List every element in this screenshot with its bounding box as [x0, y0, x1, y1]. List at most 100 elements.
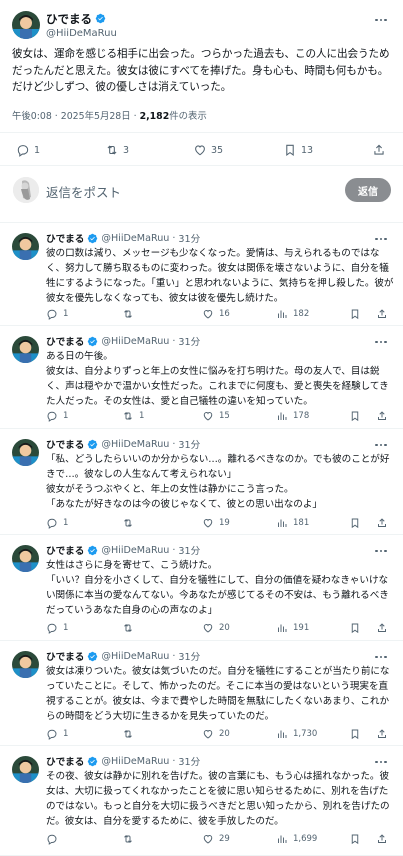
reply-author-handle[interactable]: @HiiDeMaRuu — [101, 545, 169, 556]
reply-item[interactable]: ひでまる @HiiDeMaRuu · 31分 ある日の午後。 彼女は、自分よりずっと年上… — [0, 326, 403, 429]
reply-author-handle[interactable]: @HiiDeMaRuu — [101, 233, 169, 244]
more-icon[interactable] — [373, 757, 389, 767]
reply-author-name[interactable]: ひでまる — [46, 543, 84, 557]
like-button[interactable]: 19 — [202, 517, 230, 529]
repost-button[interactable]: 3 — [105, 143, 129, 157]
post-timestamp[interactable]: 午後0:08 · 2025年5月28日 · — [12, 111, 140, 122]
views-button[interactable]: 1,699 — [276, 833, 317, 845]
bookmark-button[interactable] — [349, 622, 361, 634]
like-count: 35 — [211, 144, 224, 156]
reply-button[interactable] — [46, 833, 63, 845]
reply-input[interactable]: 返信をポスト — [46, 182, 121, 201]
author-handle[interactable]: @HiiDeMaRuu — [46, 28, 117, 39]
reply-timestamp[interactable]: 31分 — [178, 334, 200, 348]
like-button[interactable]: 20 — [202, 622, 230, 634]
reply-button[interactable]: 1 — [46, 517, 68, 529]
repost-button[interactable] — [122, 833, 139, 845]
reply-item[interactable]: ひでまる @HiiDeMaRuu · 31分 その夜、彼女は静かに別れを告げた。彼の言葉… — [0, 746, 403, 856]
like-icon — [203, 412, 213, 421]
reply-button[interactable]: 1 — [46, 728, 68, 740]
reply-action-bar: 1 20 1,730 — [46, 728, 394, 742]
more-icon[interactable] — [373, 15, 389, 25]
bookmark-button[interactable]: 13 — [283, 143, 313, 157]
like-button[interactable]: 15 — [202, 410, 230, 422]
repost-button[interactable] — [122, 308, 139, 320]
reply-author-name[interactable]: ひでまる — [46, 231, 84, 245]
reply-author-handle[interactable]: @HiiDeMaRuu — [101, 336, 169, 347]
reply-author-name[interactable]: ひでまる — [46, 334, 84, 348]
share-button[interactable] — [376, 410, 388, 422]
like-button[interactable]: 29 — [202, 833, 230, 845]
reply-item[interactable]: ひでまる @HiiDeMaRuu · 31分 女性はさらに身を寄せて、こう続けた。 「い… — [0, 535, 403, 641]
bookmark-button[interactable] — [349, 308, 361, 320]
reply-author-handle[interactable]: @HiiDeMaRuu — [101, 756, 169, 767]
views-button[interactable]: 191 — [276, 622, 309, 634]
reply-text: 彼の口数は減り、メッセージも少なくなった。愛情は、与えられるものではなく、努力し… — [46, 248, 394, 304]
reply-timestamp[interactable]: 31分 — [178, 231, 200, 245]
views-button[interactable]: 182 — [276, 308, 309, 320]
reply-author-avatar[interactable] — [12, 439, 39, 466]
more-icon[interactable] — [373, 546, 389, 556]
reply-timestamp[interactable]: 31分 — [178, 754, 200, 768]
repost-button[interactable] — [122, 728, 139, 740]
like-button[interactable]: 35 — [193, 143, 223, 157]
reply-author-avatar[interactable] — [12, 651, 39, 678]
reply-author-avatar[interactable] — [12, 233, 39, 260]
views-button[interactable]: 181 — [276, 517, 309, 529]
author-avatar[interactable] — [12, 11, 40, 39]
share-button[interactable] — [376, 728, 388, 740]
share-icon — [378, 729, 386, 738]
reply-author-avatar[interactable] — [12, 545, 39, 572]
reply-author-avatar[interactable] — [12, 756, 39, 783]
bookmark-button[interactable] — [349, 410, 361, 422]
share-button[interactable] — [376, 308, 388, 320]
reply-timestamp[interactable]: 31分 — [178, 649, 200, 663]
like-icon — [203, 730, 213, 739]
reply-timestamp[interactable]: 31分 — [178, 437, 200, 451]
repost-button[interactable] — [122, 622, 139, 634]
reply-author-handle[interactable]: @HiiDeMaRuu — [101, 439, 169, 450]
reply-icon — [47, 834, 57, 845]
reply-author-avatar[interactable] — [12, 336, 39, 363]
repost-button[interactable] — [122, 517, 139, 529]
user-avatar[interactable] — [13, 177, 39, 203]
share-button[interactable] — [372, 143, 386, 157]
bookmark-button[interactable] — [349, 517, 361, 529]
share-button[interactable] — [376, 517, 388, 529]
repost-icon — [124, 624, 132, 632]
reply-button[interactable]: 1 — [46, 410, 68, 422]
like-count: 19 — [219, 518, 230, 528]
bookmark-button[interactable] — [349, 833, 361, 845]
share-button[interactable] — [376, 622, 388, 634]
views-count: 181 — [293, 518, 310, 528]
more-icon[interactable] — [373, 337, 389, 347]
more-icon[interactable] — [373, 652, 389, 662]
like-button[interactable]: 20 — [202, 728, 230, 740]
reply-text: 彼女は凍りついた。彼女は気づいたのだ。自分を犠牲にすることが当たり前になっていた… — [46, 666, 390, 722]
reply-author-name[interactable]: ひでまる — [46, 649, 84, 663]
more-icon[interactable] — [373, 440, 389, 450]
author-name[interactable]: ひでまる — [46, 11, 92, 27]
reply-author-name[interactable]: ひでまる — [46, 754, 84, 768]
reply-button[interactable]: 1 — [46, 308, 68, 320]
share-button[interactable] — [376, 833, 388, 845]
reply-item[interactable]: ひでまる @HiiDeMaRuu · 31分 彼の口数は減り、メッセージも少なくなった。… — [0, 223, 403, 326]
more-icon[interactable] — [373, 234, 389, 244]
reply-item[interactable]: ひでまる @HiiDeMaRuu · 31分 彼女は凍りついた。彼女は気づいたのだ。自分… — [0, 641, 403, 746]
like-icon — [195, 145, 205, 156]
reply-button[interactable]: 1 — [16, 143, 40, 157]
views-label: 件の表示 — [169, 111, 207, 122]
bookmark-button[interactable] — [349, 728, 361, 740]
reply-submit-button[interactable]: 返信 — [345, 178, 391, 202]
like-button[interactable]: 16 — [202, 308, 230, 320]
reply-item[interactable]: ひでまる @HiiDeMaRuu · 31分 「私、どうしたらいいのか分からない…。離れ… — [0, 429, 403, 535]
reply-button[interactable]: 1 — [46, 622, 68, 634]
bookmark-icon — [351, 411, 359, 422]
views-button[interactable]: 178 — [276, 410, 309, 422]
reply-timestamp[interactable]: 31分 — [178, 543, 200, 557]
reply-author-handle[interactable]: @HiiDeMaRuu — [101, 651, 169, 662]
views-icon — [278, 310, 287, 318]
repost-button[interactable]: 1 — [122, 410, 144, 422]
views-button[interactable]: 1,730 — [276, 728, 317, 740]
reply-author-name[interactable]: ひでまる — [46, 437, 84, 451]
